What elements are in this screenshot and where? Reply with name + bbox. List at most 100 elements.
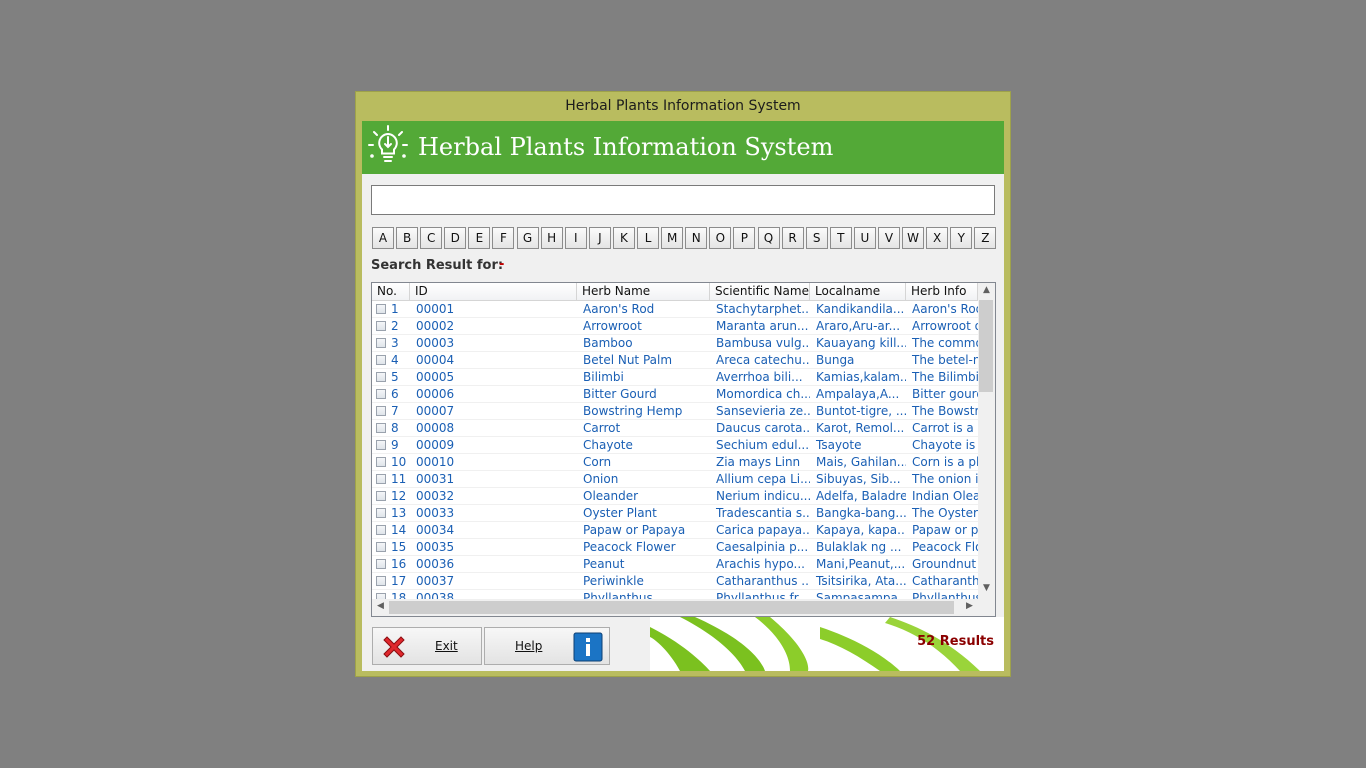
table-row[interactable]: 3 00003 Bamboo Bambusa vulg... Kauayang kill… bbox=[372, 335, 978, 352]
search-input[interactable] bbox=[371, 185, 995, 215]
help-button[interactable]: Help bbox=[484, 627, 610, 665]
row-checkbox-icon[interactable] bbox=[376, 389, 386, 399]
letter-button-k[interactable]: K bbox=[612, 227, 635, 249]
table-cell: Periwinkle bbox=[583, 574, 644, 588]
letter-button-c[interactable]: C bbox=[420, 227, 443, 249]
letter-button-r[interactable]: R bbox=[781, 227, 804, 249]
letter-button-a[interactable]: A bbox=[372, 227, 394, 249]
letter-button-e[interactable]: E bbox=[468, 227, 491, 249]
row-checkbox-icon[interactable] bbox=[376, 542, 386, 552]
table-cell: Karot, Remol... bbox=[816, 421, 905, 435]
letter-button-s[interactable]: S bbox=[805, 227, 828, 249]
table-row[interactable]: 8 00008 Carrot Daucus carota... Karot, Remol… bbox=[372, 420, 978, 437]
column-header[interactable]: ID bbox=[410, 283, 577, 300]
letter-button-i[interactable]: I bbox=[564, 227, 587, 249]
table-cell: Araro,Aru-ar... bbox=[816, 319, 901, 333]
table-cell: Onion bbox=[583, 472, 619, 486]
letter-button-w[interactable]: W bbox=[902, 227, 925, 249]
row-number: 13 bbox=[391, 506, 407, 520]
scroll-down-icon[interactable]: ▼ bbox=[978, 583, 995, 593]
letter-button-p[interactable]: P bbox=[733, 227, 756, 249]
table-row[interactable]: 13 00033 Oyster Plant Tradescantia s... Bang… bbox=[372, 505, 978, 522]
exit-button[interactable]: Exit bbox=[372, 627, 482, 665]
table-row[interactable]: 9 00009 Chayote Sechium edul... Tsayote Chayo… bbox=[372, 437, 978, 454]
column-header[interactable]: No. bbox=[372, 283, 410, 300]
letter-button-l[interactable]: L bbox=[637, 227, 660, 249]
table-row[interactable]: 12 00032 Oleander Nerium indicu... Adelfa, B… bbox=[372, 488, 978, 505]
row-checkbox-icon[interactable] bbox=[376, 559, 386, 569]
scroll-right-icon[interactable]: ▶ bbox=[961, 601, 978, 611]
row-checkbox-icon[interactable] bbox=[376, 304, 386, 314]
letter-button-m[interactable]: M bbox=[661, 227, 684, 249]
row-checkbox-icon[interactable] bbox=[376, 372, 386, 382]
table-row[interactable]: 11 00031 Onion Allium cepa Li... Sibuyas, Si… bbox=[372, 471, 978, 488]
row-checkbox-icon[interactable] bbox=[376, 457, 386, 467]
table-cell: 00034 bbox=[416, 523, 455, 537]
row-checkbox-icon[interactable] bbox=[376, 491, 386, 501]
table-cell: Chayote is a bbox=[912, 438, 978, 452]
letter-button-v[interactable]: V bbox=[877, 227, 900, 249]
row-checkbox-icon[interactable] bbox=[376, 321, 386, 331]
column-header[interactable]: Herb Name bbox=[577, 283, 710, 300]
table-row[interactable]: 2 00002 Arrowroot Maranta arun... Araro,Aru-… bbox=[372, 318, 978, 335]
table-cell: Sibuyas, Sib... bbox=[816, 472, 901, 486]
table-cell: Sansevieria ze... bbox=[716, 404, 810, 418]
table-row[interactable]: 14 00034 Papaw or Papaya Carica papaya... Ka… bbox=[372, 522, 978, 539]
letter-button-x[interactable]: X bbox=[926, 227, 949, 249]
column-header[interactable]: Scientific Name bbox=[710, 283, 810, 300]
letter-button-z[interactable]: Z bbox=[974, 227, 997, 249]
table-row[interactable]: 4 00004 Betel Nut Palm Areca catechu... Bung… bbox=[372, 352, 978, 369]
table-cell: Averrhoa bili... bbox=[716, 370, 803, 384]
row-checkbox-icon[interactable] bbox=[376, 406, 386, 416]
table-row[interactable]: 10 00010 Corn Zia mays Linn Mais, Gahilan...… bbox=[372, 454, 978, 471]
table-cell: Aaron's Rod bbox=[912, 302, 978, 316]
table-row[interactable]: 6 00006 Bitter Gourd Momordica ch... Ampalay… bbox=[372, 386, 978, 403]
table-cell: Chayote bbox=[583, 438, 633, 452]
row-checkbox-icon[interactable] bbox=[376, 525, 386, 535]
letter-button-u[interactable]: U bbox=[853, 227, 876, 249]
lightbulb-icon bbox=[368, 125, 408, 162]
letter-button-t[interactable]: T bbox=[829, 227, 852, 249]
table-cell: Kapaya, kapa... bbox=[816, 523, 906, 537]
table-row[interactable]: 5 00005 Bilimbi Averrhoa bili... Kamias,kala… bbox=[372, 369, 978, 386]
table-row[interactable]: 15 00035 Peacock Flower Caesalpinia p... Bul… bbox=[372, 539, 978, 556]
search-result-query: - bbox=[499, 257, 505, 272]
horizontal-scroll-thumb[interactable] bbox=[389, 601, 954, 614]
table-cell: The Bowstri bbox=[912, 404, 978, 418]
row-checkbox-icon[interactable] bbox=[376, 508, 386, 518]
table-row[interactable]: 1 00001 Aaron's Rod Stachytarphet... Kandika… bbox=[372, 301, 978, 318]
letter-button-g[interactable]: G bbox=[516, 227, 539, 249]
table-row[interactable]: 7 00007 Bowstring Hemp Sansevieria ze... Bun… bbox=[372, 403, 978, 420]
table-cell: Bamboo bbox=[583, 336, 633, 350]
row-checkbox-icon[interactable] bbox=[376, 423, 386, 433]
letter-button-j[interactable]: J bbox=[588, 227, 611, 249]
letter-button-b[interactable]: B bbox=[396, 227, 419, 249]
table-cell: 00008 bbox=[416, 421, 455, 435]
letter-button-y[interactable]: Y bbox=[950, 227, 973, 249]
row-checkbox-icon[interactable] bbox=[376, 474, 386, 484]
table-cell: 13 bbox=[372, 505, 410, 521]
horizontal-scrollbar[interactable]: ◀ ▶ bbox=[372, 599, 978, 616]
letter-button-h[interactable]: H bbox=[540, 227, 563, 249]
row-checkbox-icon[interactable] bbox=[376, 338, 386, 348]
table-cell: 00005 bbox=[416, 370, 455, 384]
letter-button-o[interactable]: O bbox=[709, 227, 732, 249]
row-checkbox-icon[interactable] bbox=[376, 576, 386, 586]
table-cell: 5 bbox=[372, 369, 410, 385]
table-row[interactable]: 17 00037 Periwinkle Catharanthus ... Tsitsir… bbox=[372, 573, 978, 590]
letter-button-f[interactable]: F bbox=[492, 227, 515, 249]
letter-button-q[interactable]: Q bbox=[757, 227, 780, 249]
vertical-scrollbar[interactable]: ▲ ▼ bbox=[978, 283, 995, 599]
column-header[interactable]: Herb Info bbox=[906, 283, 978, 300]
search-result-label: Search Result for: bbox=[371, 258, 504, 273]
row-checkbox-icon[interactable] bbox=[376, 355, 386, 365]
scroll-left-icon[interactable]: ◀ bbox=[372, 601, 389, 611]
letter-button-d[interactable]: D bbox=[444, 227, 467, 249]
row-checkbox-icon[interactable] bbox=[376, 440, 386, 450]
table-row[interactable]: 16 00036 Peanut Arachis hypo... Mani,Peanut,… bbox=[372, 556, 978, 573]
column-header[interactable]: Localname bbox=[810, 283, 906, 300]
vertical-scroll-thumb[interactable] bbox=[979, 300, 993, 392]
scroll-up-icon[interactable]: ▲ bbox=[978, 285, 995, 295]
letter-button-n[interactable]: N bbox=[685, 227, 708, 249]
table-cell: 16 bbox=[372, 556, 410, 572]
